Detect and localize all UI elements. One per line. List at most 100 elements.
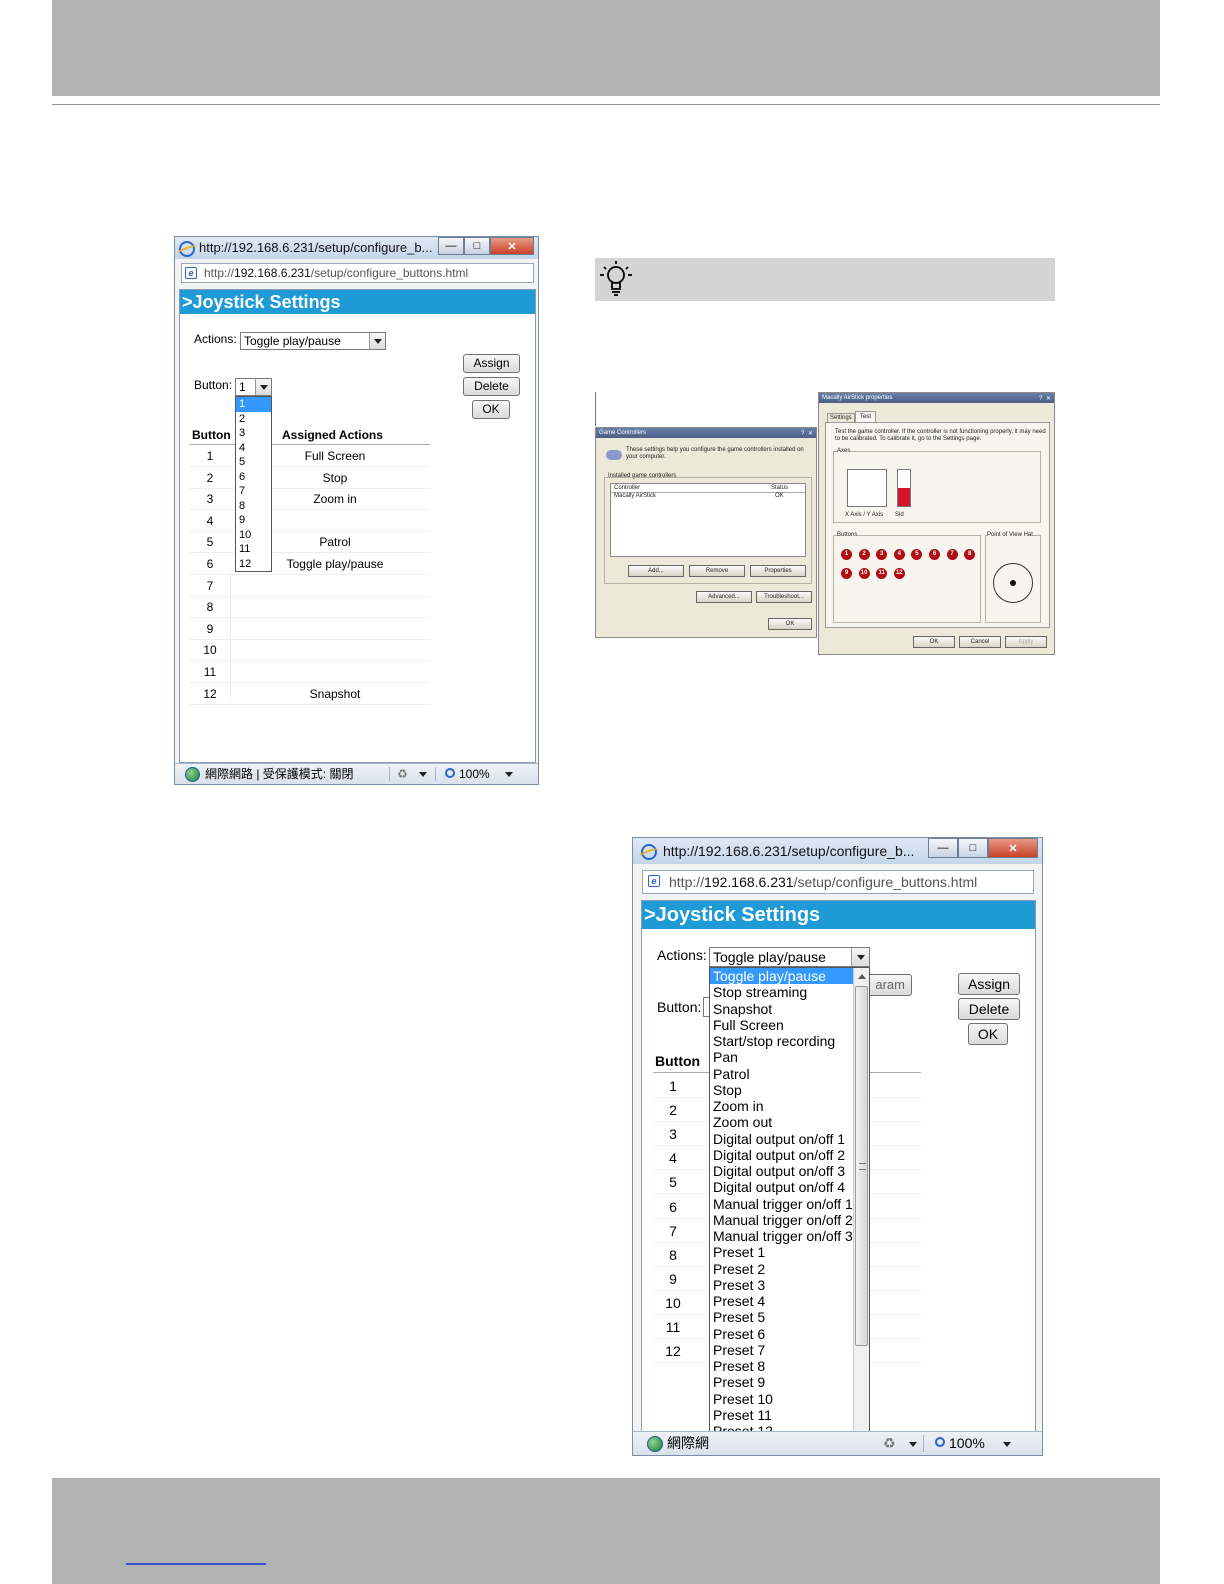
action-option[interactable]: Preset 10 [710, 1391, 853, 1407]
action-option[interactable]: Digital output on/off 3 [710, 1163, 853, 1179]
row-button-number: 11 [665, 1319, 681, 1335]
row-button-number: 5 [206, 535, 214, 550]
close-button[interactable]: ✕ [490, 237, 534, 255]
action-option[interactable]: Preset 1 [710, 1244, 853, 1260]
minimize-button[interactable]: — [928, 838, 958, 858]
remove-button[interactable]: Remove [689, 565, 745, 577]
action-option[interactable]: Preset 3 [710, 1277, 853, 1293]
action-option[interactable]: Digital output on/off 1 [710, 1131, 853, 1147]
security-zone-text: 網際網 [667, 1435, 709, 1451]
button-option[interactable]: 1 [236, 397, 271, 412]
param-button-label: aram [875, 977, 905, 992]
actions-select[interactable]: Toggle play/pause [709, 947, 870, 967]
protected-mode-icon[interactable]: ♻ [883, 1432, 896, 1455]
chevron-down-icon[interactable] [505, 772, 513, 777]
button-option[interactable]: 9 [236, 513, 271, 528]
action-option[interactable]: Digital output on/off 4 [710, 1179, 853, 1195]
assign-button[interactable]: Assign [958, 973, 1020, 995]
button-option[interactable]: 4 [236, 441, 271, 456]
add-button[interactable]: Add... [628, 565, 684, 577]
actions-select[interactable]: Toggle play/pause [240, 332, 386, 350]
action-option[interactable]: Zoom out [710, 1114, 853, 1130]
action-option[interactable]: Patrol [710, 1066, 853, 1082]
row-button-number: 11 [203, 665, 217, 679]
lightbulb-icon [600, 261, 632, 296]
action-option[interactable]: Preset 6 [710, 1326, 853, 1342]
scroll-up-icon[interactable] [858, 974, 866, 979]
button-options-list[interactable]: 1 2 3 4 5 6 7 8 9 10 11 12 [235, 396, 272, 572]
table-row: 1 Full Screen [190, 446, 430, 467]
button-option[interactable]: 3 [236, 426, 271, 441]
action-option[interactable]: Pan [710, 1049, 853, 1065]
delete-button[interactable]: Delete [463, 377, 520, 396]
button-option[interactable]: 7 [236, 484, 271, 499]
action-option[interactable]: Preset 5 [710, 1309, 853, 1325]
chevron-down-icon[interactable] [851, 948, 869, 966]
action-option[interactable]: Preset 2 [710, 1261, 853, 1277]
chevron-down-icon[interactable] [1003, 1442, 1011, 1447]
action-option[interactable]: Manual trigger on/off 2 [710, 1212, 853, 1228]
minimize-button[interactable]: — [438, 237, 464, 255]
action-option[interactable]: Toggle play/pause [710, 968, 853, 985]
button-select-value: 1 [239, 380, 246, 394]
action-option[interactable]: Preset 9 [710, 1374, 853, 1390]
row-button-number: 1 [669, 1078, 677, 1094]
action-option[interactable]: Manual trigger on/off 1 [710, 1196, 853, 1212]
action-option[interactable]: Stop [710, 1082, 853, 1098]
address-bar[interactable]: e http://192.168.6.231/setup/configure_b… [181, 263, 534, 283]
prop-apply-button[interactable]: Apply [1005, 636, 1047, 648]
ok-button[interactable]: OK [968, 1023, 1008, 1045]
action-option[interactable]: Full Screen [710, 1017, 853, 1033]
delete-button[interactable]: Delete [958, 998, 1020, 1020]
slider-box [897, 469, 911, 507]
help-close-icons[interactable]: ? ✕ [801, 429, 814, 439]
zoom-level[interactable]: 100% [459, 764, 490, 784]
action-options-list[interactable]: Toggle play/pause Stop streaming Snapshot F… [709, 967, 870, 1455]
button-select[interactable]: 1 [235, 378, 272, 396]
scroll-thumb[interactable] [855, 986, 868, 1346]
protected-mode-icon[interactable]: ♻ [397, 764, 408, 784]
button-option[interactable]: 12 [236, 557, 271, 572]
button-option[interactable]: 6 [236, 470, 271, 485]
gc-ok-button[interactable]: OK [768, 618, 812, 630]
action-option[interactable]: Zoom in [710, 1098, 853, 1114]
controller-name[interactable]: Macally AirStick [614, 493, 656, 500]
action-option[interactable]: Digital output on/off 2 [710, 1147, 853, 1163]
action-option[interactable]: Preset 11 [710, 1407, 853, 1423]
action-option[interactable]: Snapshot [710, 1001, 853, 1017]
chevron-down-icon[interactable] [419, 772, 427, 777]
controller-list[interactable]: Controller Status Macally AirStick OK [610, 483, 806, 557]
action-option[interactable]: Start/stop recording [710, 1033, 853, 1049]
action-option[interactable]: Preset 7 [710, 1342, 853, 1358]
troubleshoot-button[interactable]: Troubleshoot... [756, 591, 812, 603]
zoom-level[interactable]: 100% [949, 1432, 985, 1455]
address-path: /setup/configure_buttons.html [793, 874, 978, 890]
column-header-button: Button [192, 428, 231, 442]
footer-link-underline[interactable] [126, 1563, 266, 1565]
help-close-icons[interactable]: ? ✕ [1039, 394, 1052, 404]
action-option[interactable]: Preset 4 [710, 1293, 853, 1309]
maximize-button[interactable]: □ [958, 838, 988, 858]
chevron-down-icon[interactable] [255, 379, 271, 395]
address-bar[interactable]: e http://192.168.6.231/setup/configure_b… [642, 870, 1034, 894]
action-option[interactable]: Manual trigger on/off 3 [710, 1228, 853, 1244]
button-option[interactable]: 5 [236, 455, 271, 470]
maximize-button[interactable]: □ [464, 237, 490, 255]
advanced-button[interactable]: Advanced... [696, 591, 752, 603]
prop-ok-button[interactable]: OK [913, 636, 955, 648]
chevron-down-icon[interactable] [909, 1442, 917, 1447]
action-option[interactable]: Preset 8 [710, 1358, 853, 1374]
ok-button[interactable]: OK [472, 400, 510, 419]
button-option[interactable]: 8 [236, 499, 271, 514]
prop-cancel-button[interactable]: Cancel [959, 636, 1001, 648]
button-option[interactable]: 2 [236, 412, 271, 427]
dropdown-scrollbar[interactable] [853, 968, 869, 1454]
chevron-down-icon[interactable] [369, 333, 385, 349]
action-option[interactable]: Stop streaming [710, 984, 853, 1000]
assign-button[interactable]: Assign [463, 354, 520, 373]
properties-button[interactable]: Properties [750, 565, 806, 577]
button-option[interactable]: 11 [236, 542, 271, 557]
controller-button-indicator: 1 [841, 549, 852, 560]
close-button[interactable]: ✕ [988, 838, 1038, 858]
button-option[interactable]: 10 [236, 528, 271, 543]
